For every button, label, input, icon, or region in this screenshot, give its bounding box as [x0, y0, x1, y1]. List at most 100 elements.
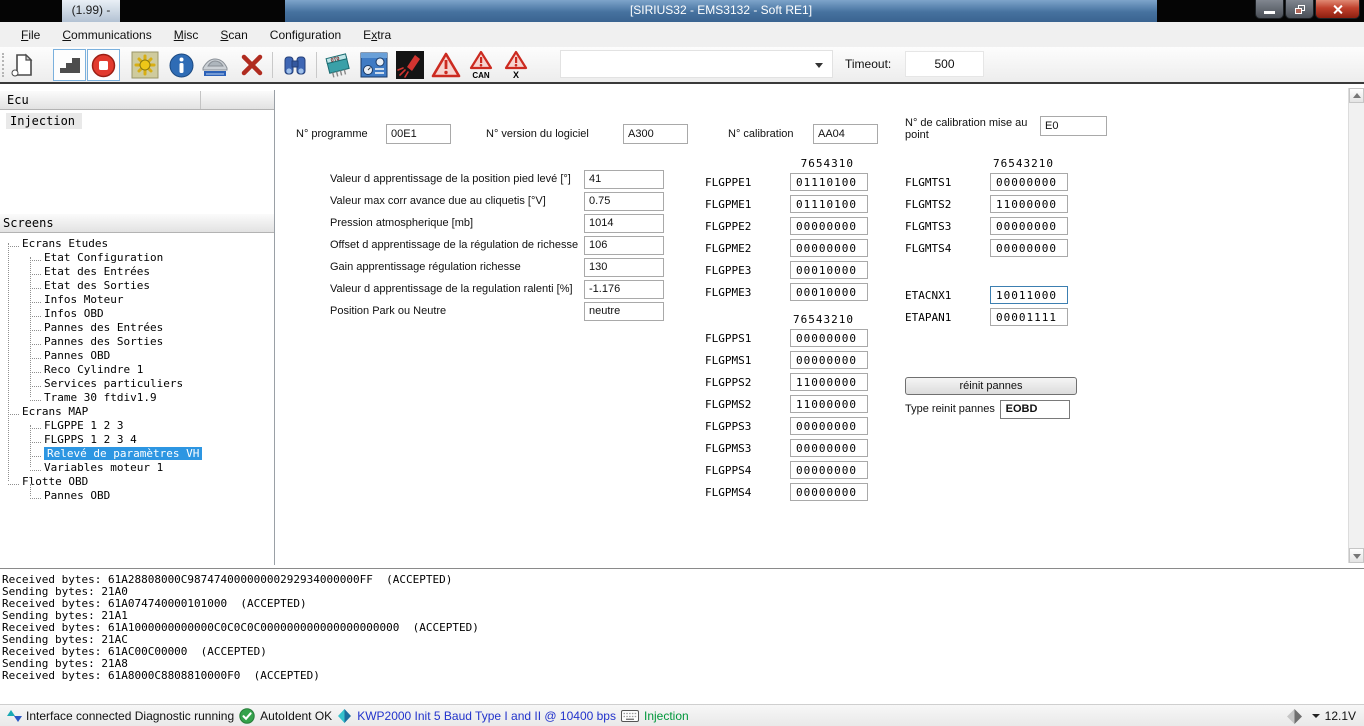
tree-item[interactable]: Ecrans MAP	[0, 404, 274, 418]
flag-input[interactable]: 00000000	[790, 351, 868, 369]
restore-button[interactable]	[1285, 0, 1314, 19]
flag-input[interactable]: 00000000	[790, 329, 868, 347]
parameter-input[interactable]: -1.176	[584, 280, 664, 299]
flag-input[interactable]: 01110100	[790, 195, 868, 213]
flag-input[interactable]: 00000000	[790, 439, 868, 457]
flag-input[interactable]: 00000000	[990, 217, 1068, 235]
toolbar-combobox[interactable]	[560, 50, 833, 78]
flag-input[interactable]: 00000000	[790, 483, 868, 501]
flag-input[interactable]: 00000000	[790, 217, 868, 235]
flag-input[interactable]: 00000000	[790, 417, 868, 435]
tree-item[interactable]: FLGPPE 1 2 3	[0, 418, 274, 432]
flag-input[interactable]: 00010000	[790, 283, 868, 301]
scroll-down-icon[interactable]	[1349, 548, 1364, 563]
flag-input[interactable]: 11000000	[990, 195, 1068, 213]
parameter-input[interactable]: 130	[584, 258, 664, 277]
log-line: Received bytes: 61A28808000C987474000000…	[2, 573, 1364, 585]
menu-communications[interactable]: Communications	[51, 25, 162, 45]
cancel-x-icon	[239, 52, 265, 78]
tree-item[interactable]: Pannes OBD	[0, 488, 274, 502]
tree-connector	[30, 352, 41, 359]
tree-connector	[8, 408, 19, 415]
svg-text:X: X	[513, 70, 519, 80]
tree-item[interactable]: Infos OBD	[0, 306, 274, 320]
column-divider	[200, 91, 201, 109]
parameter-input[interactable]: 1014	[584, 214, 664, 233]
main-scrollbar[interactable]	[1348, 88, 1364, 563]
settings-button[interactable]	[130, 50, 160, 80]
tree-item[interactable]: Ecrans Etudes	[0, 236, 274, 250]
menu-configuration[interactable]: Configuration	[259, 25, 352, 45]
tree-item[interactable]: Trame 30 ftdiv1.9	[0, 390, 274, 404]
menu-extra[interactable]: Extra	[352, 25, 402, 45]
flag-input[interactable]: 00001111	[990, 308, 1068, 326]
tree-item[interactable]: Infos Moteur	[0, 292, 274, 306]
tree-item[interactable]: Flotte OBD	[0, 474, 274, 488]
flag-input[interactable]: 01110100	[790, 173, 868, 191]
spacer	[905, 328, 1070, 377]
flag-input[interactable]: 11000000	[790, 373, 868, 391]
close-button[interactable]	[1315, 0, 1360, 19]
parameter-input[interactable]: 41	[584, 170, 664, 189]
tree-item[interactable]: Services particuliers	[0, 376, 274, 390]
programme-input[interactable]: 00E1	[386, 124, 451, 144]
app-version: (1.99) -	[62, 0, 120, 22]
warning-x-button[interactable]: X	[501, 50, 531, 80]
menu-scan[interactable]: Scan	[209, 25, 258, 45]
log-line: Received bytes: 61A074740000101000 (ACCE…	[2, 597, 1364, 609]
warning-button[interactable]	[431, 50, 461, 80]
log-panel[interactable]: Received bytes: 61A28808000C987474000000…	[0, 568, 1364, 704]
menu-misc[interactable]: Misc	[163, 25, 210, 45]
parameter-input[interactable]: 106	[584, 236, 664, 255]
vehicle-button[interactable]	[200, 50, 230, 80]
tree-item[interactable]: Pannes OBD	[0, 348, 274, 362]
chevron-down-icon	[815, 63, 823, 68]
ecu-item-injection[interactable]: Injection	[6, 114, 82, 128]
tree-item[interactable]: Reco Cylindre 1	[0, 362, 274, 376]
voltage-area: 12.1V	[1282, 705, 1356, 726]
flag-input[interactable]: 00010000	[790, 261, 868, 279]
flag-input[interactable]: 11000000	[790, 395, 868, 413]
tree-item-selected[interactable]: Relevé de paramètres VH	[0, 446, 274, 460]
timeout-label: Timeout:	[845, 57, 891, 71]
new-document-button[interactable]	[8, 50, 38, 80]
tree-item[interactable]: Etat des Sorties	[0, 278, 274, 292]
interface-updown-icon	[7, 708, 22, 724]
reinit-pannes-button[interactable]: réinit pannes	[905, 377, 1077, 395]
steps-button[interactable]	[53, 49, 86, 81]
search-button[interactable]	[280, 50, 310, 80]
parameter-input[interactable]: 0.75	[584, 192, 664, 211]
bits-header: 76543210	[705, 313, 870, 327]
minimize-button[interactable]	[1255, 0, 1284, 19]
parameter-input[interactable]: neutre	[584, 302, 664, 321]
flag-input[interactable]: 00000000	[990, 239, 1068, 257]
window-controls	[1254, 0, 1360, 19]
instrument-panel-button[interactable]	[359, 50, 389, 80]
calibration-mise-au-point-input[interactable]: E0	[1040, 116, 1107, 136]
tree-item[interactable]: Pannes des Sorties	[0, 334, 274, 348]
tree-item[interactable]: FLGPPS 1 2 3 4	[0, 432, 274, 446]
ecu-chip-button[interactable]: OTO	[323, 50, 353, 80]
tree-item[interactable]: Pannes des Entrées	[0, 320, 274, 334]
timeout-input[interactable]: 500	[905, 51, 984, 77]
menu-file[interactable]: File	[10, 25, 51, 45]
info-button[interactable]	[166, 50, 196, 80]
warning-can-button[interactable]: CAN	[466, 50, 496, 80]
tree-item[interactable]: Etat des Entrées	[0, 264, 274, 278]
cancel-button[interactable]	[237, 50, 267, 80]
version-logiciel-input[interactable]: A300	[623, 124, 688, 144]
scroll-up-icon[interactable]	[1349, 88, 1364, 103]
mode-status-text: Injection	[644, 709, 689, 723]
svg-text:CAN: CAN	[472, 71, 490, 80]
flag-input[interactable]: 00000000	[790, 239, 868, 257]
calibration-input[interactable]: AA04	[813, 124, 878, 144]
stop-button[interactable]	[87, 49, 120, 81]
flag-input[interactable]: 00000000	[990, 173, 1068, 191]
tree-item[interactable]: Variables moteur 1	[0, 460, 274, 474]
flag-input-focused[interactable]: 10011000	[990, 286, 1068, 304]
injector-button[interactable]	[395, 50, 425, 80]
flag-input[interactable]: 00000000	[790, 461, 868, 479]
chevron-down-icon[interactable]	[1312, 714, 1320, 718]
tree-item[interactable]: Etat Configuration	[0, 250, 274, 264]
type-reinit-select[interactable]: EOBD	[1000, 400, 1070, 419]
